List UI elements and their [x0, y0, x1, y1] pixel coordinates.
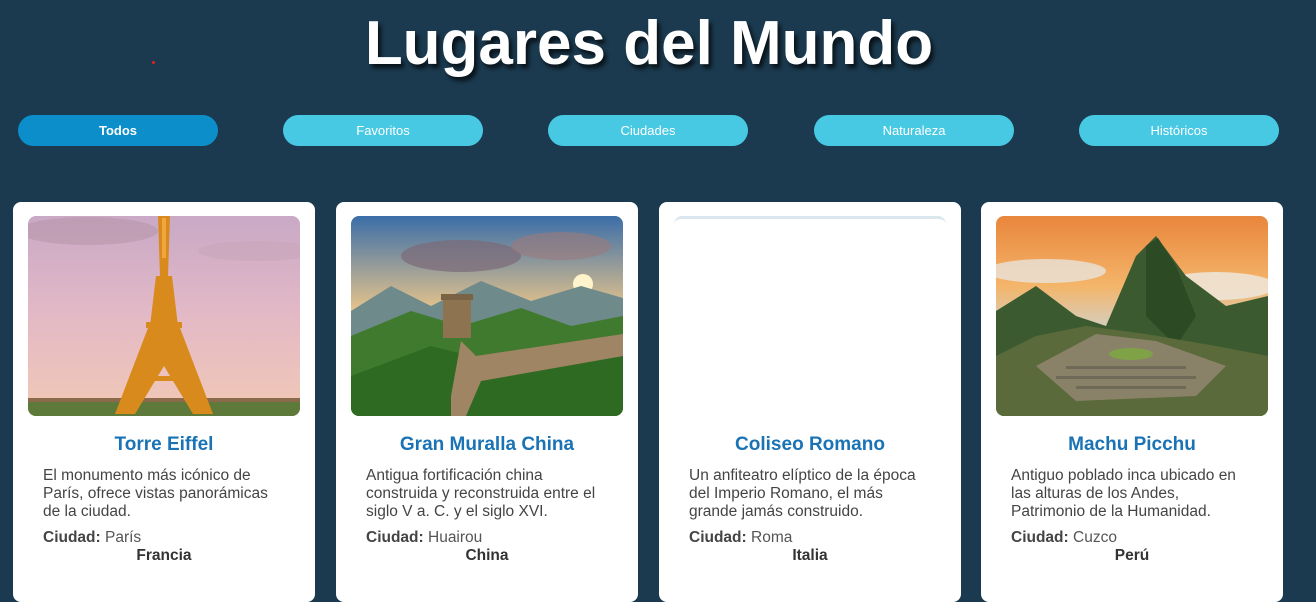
place-card-gran-muralla[interactable]: Gran Muralla China Antigua fortificación…: [336, 202, 638, 602]
place-description: Un anfiteatro elíptico de la época del I…: [689, 467, 916, 520]
page-title: Lugares del Mundo: [364, 9, 934, 78]
place-country: Italia: [792, 547, 828, 564]
torre-eiffel-image: [28, 216, 300, 416]
gran-muralla-image: [351, 216, 623, 416]
filter-ciudades-button[interactable]: Ciudades: [548, 115, 748, 146]
place-card-machu-picchu[interactable]: Machu Picchu Antiguo poblado inca ubicad…: [981, 202, 1283, 602]
filter-todos-button[interactable]: Todos: [18, 115, 218, 146]
place-city: Ciudad: Roma: [689, 529, 793, 546]
place-city: Ciudad: Cuzco: [1011, 529, 1117, 546]
place-country: Francia: [136, 547, 192, 564]
place-name: Coliseo Romano: [735, 434, 885, 455]
decorative-dot: [152, 61, 155, 64]
place-country: Perú: [1114, 547, 1150, 564]
place-city: Ciudad: París: [43, 529, 142, 546]
place-name: Torre Eiffel: [114, 434, 214, 455]
machu-picchu-image: [996, 216, 1268, 416]
filter-favoritos-button[interactable]: Favoritos: [283, 115, 483, 146]
coliseo-image-placeholder: [674, 216, 946, 419]
place-name: Machu Picchu: [1068, 434, 1196, 455]
place-description: El monumento más icónico de París, ofrec…: [43, 467, 268, 520]
place-card-torre-eiffel[interactable]: Torre Eiffel El monumento más icónico de…: [13, 202, 315, 602]
place-description: Antigua fortificación china construida y…: [366, 467, 596, 520]
place-country: China: [465, 547, 509, 564]
place-city: Ciudad: Huairou: [366, 529, 483, 546]
filter-naturaleza-button[interactable]: Naturaleza: [814, 115, 1014, 146]
filter-bar: Todos Favoritos Ciudades Naturaleza Hist…: [0, 115, 1316, 146]
filter-historicos-button[interactable]: Históricos: [1079, 115, 1279, 146]
place-card-coliseo-romano[interactable]: Coliseo Romano Un anfiteatro elíptico de…: [659, 202, 961, 602]
place-description: Antiguo poblado inca ubicado en las altu…: [1011, 467, 1236, 520]
place-name: Gran Muralla China: [399, 434, 575, 455]
